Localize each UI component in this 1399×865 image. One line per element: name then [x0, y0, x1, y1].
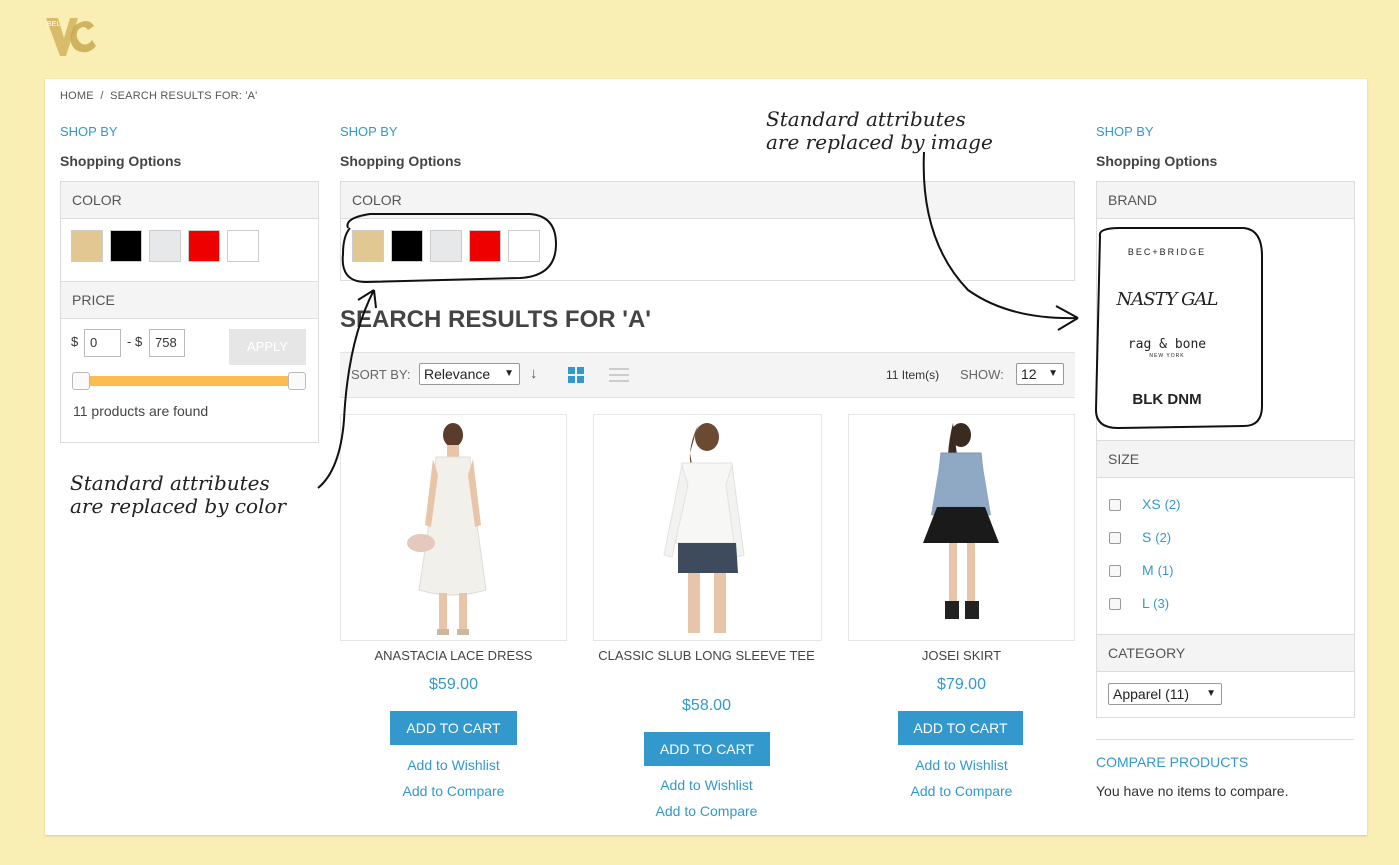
annotation-color-line1: Standard attributes	[70, 471, 270, 495]
annotation-image-line1: Standard attributes	[766, 107, 966, 131]
annotation-drawings	[317, 151, 1263, 489]
annotation-color-line2: are replaced by color	[70, 494, 287, 518]
annotation-image-line2: are replaced by image	[766, 130, 993, 154]
